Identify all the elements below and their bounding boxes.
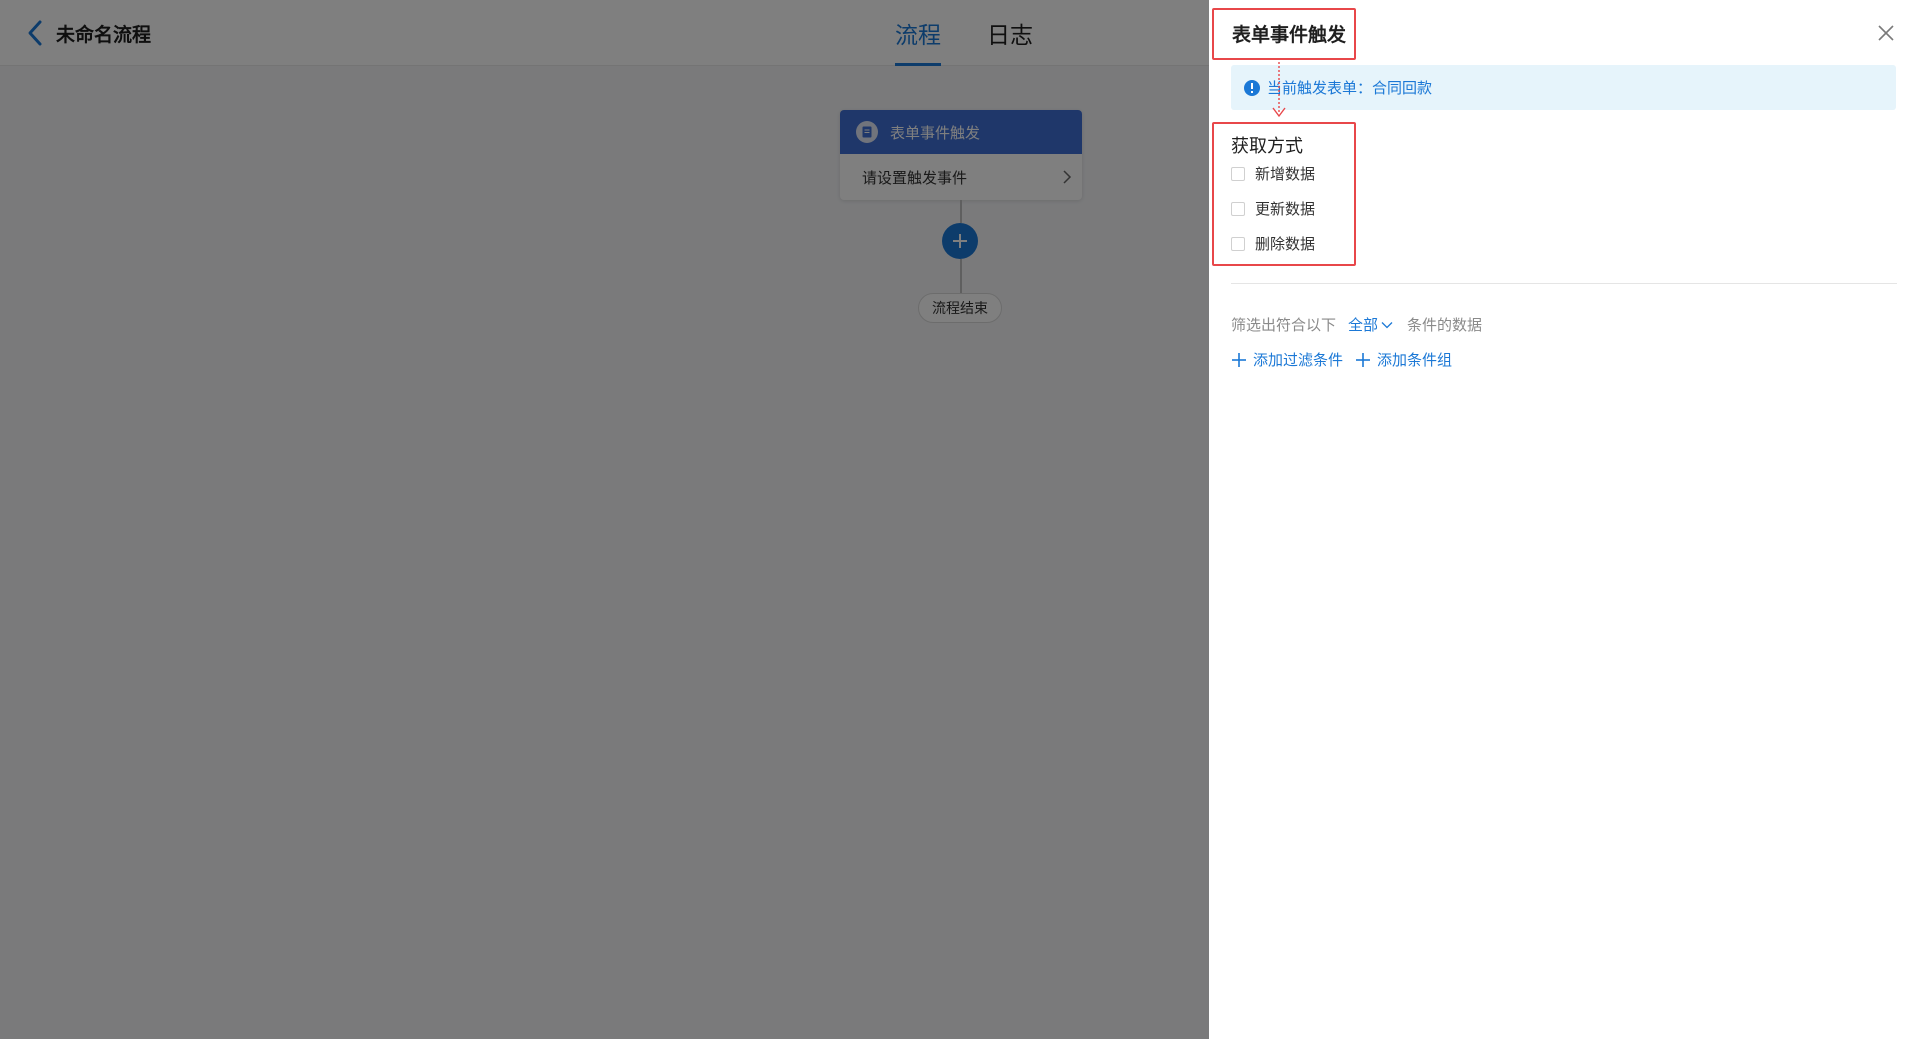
filter-match-select[interactable]: 全部: [1348, 314, 1393, 335]
filter-suffix: 条件的数据: [1407, 317, 1483, 334]
filter-description: 筛选出符合以下 全部 条件的数据: [1231, 314, 1482, 335]
annotation-box-fetch-method: [1212, 122, 1356, 266]
add-condition-button[interactable]: 添加过滤条件: [1231, 349, 1343, 370]
info-bar: 当前触发表单： 合同回款: [1231, 65, 1896, 110]
plus-icon: [1356, 352, 1371, 367]
annotation-box-title: [1212, 8, 1356, 60]
add-group-label: 添加条件组: [1377, 352, 1453, 369]
filter-actions: 添加过滤条件 添加条件组: [1231, 349, 1464, 370]
filter-select-value: 全部: [1348, 317, 1379, 334]
plus-icon: [1232, 352, 1246, 367]
info-form-name: 合同回款: [1372, 80, 1433, 97]
close-icon: [1878, 25, 1894, 41]
info-icon: [1244, 79, 1260, 96]
add-condition-group-button[interactable]: 添加条件组: [1355, 349, 1452, 370]
filter-prefix: 筛选出符合以下: [1231, 317, 1337, 334]
divider: [1231, 283, 1897, 284]
chevron-down-icon: [1381, 321, 1393, 328]
annotation-arrow-icon: [1272, 62, 1286, 118]
add-condition-label: 添加过滤条件: [1253, 352, 1344, 369]
close-button[interactable]: [1875, 22, 1897, 44]
